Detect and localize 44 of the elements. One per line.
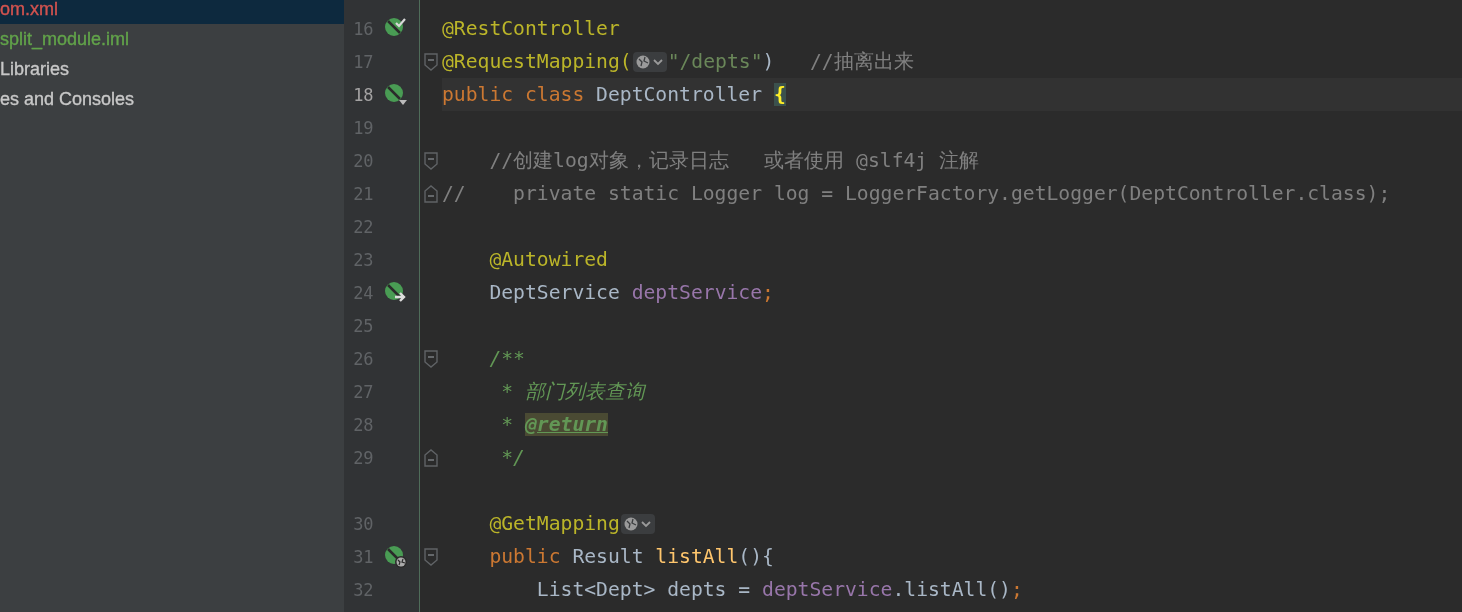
- keyword-text: ;: [1010, 578, 1023, 601]
- globe-dropdown-icon[interactable]: [620, 513, 655, 534]
- code-text: List<Dept> depts =: [535, 578, 752, 601]
- project-tree-item[interactable]: es and Consoles: [0, 84, 344, 114]
- keyword-text: ;: [762, 281, 774, 304]
- string-text: "/depts": [667, 50, 763, 73]
- fold-icon[interactable]: [424, 151, 438, 170]
- bean-caret-icon[interactable]: [384, 82, 409, 107]
- doc-comment-text: * 部门列表查询: [500, 379, 645, 405]
- annotation-text: @RequestMapping(: [442, 50, 632, 73]
- method-name-text: listAll: [655, 545, 739, 568]
- annotation-text: @RestController: [442, 17, 620, 40]
- code-text: DeptService: [488, 281, 621, 304]
- doc-comment-text: /**: [488, 347, 525, 370]
- line-number: 18: [352, 84, 374, 105]
- fold-icon[interactable]: [424, 448, 438, 467]
- project-tree-item[interactable]: split_module.iml: [0, 24, 344, 54]
- bean-globe-icon[interactable]: [384, 544, 409, 569]
- code-text: Result: [571, 545, 645, 568]
- comment-text: //抽离出来: [808, 49, 914, 75]
- keyword-text: public: [442, 83, 515, 106]
- doc-tag-text: @return: [525, 413, 608, 436]
- doc-comment-text: *: [500, 413, 515, 436]
- fold-icon[interactable]: [424, 547, 438, 566]
- comment-text: //创建log对象，记录日志 或者使用 @slf4j 注解: [488, 148, 980, 174]
- keyword-text: public: [488, 545, 561, 568]
- doc-comment-text: */: [500, 446, 525, 469]
- field-text: deptService: [631, 281, 763, 304]
- keyword-text: class: [525, 83, 585, 106]
- brace-text: {: [773, 83, 786, 106]
- code-text: ): [762, 50, 775, 73]
- project-tree-item[interactable]: Libraries: [0, 54, 344, 84]
- annotation-text: @GetMapping: [488, 512, 620, 535]
- annotation-text: @Autowired: [488, 248, 608, 271]
- comment-text: // private static Logger log = LoggerFactory.getLogger(DeptController.class);: [442, 182, 1391, 205]
- code-text: .listAll(): [892, 578, 1011, 601]
- code-text: (){: [738, 545, 774, 568]
- fold-icon[interactable]: [424, 349, 438, 368]
- fold-icon[interactable]: [424, 52, 438, 71]
- project-tree-item[interactable]: om.xml: [0, 0, 344, 24]
- globe-dropdown-icon[interactable]: [632, 51, 667, 72]
- field-text: deptService: [762, 578, 893, 601]
- code-text: DeptController: [595, 83, 764, 106]
- fold-icon[interactable]: [424, 184, 438, 203]
